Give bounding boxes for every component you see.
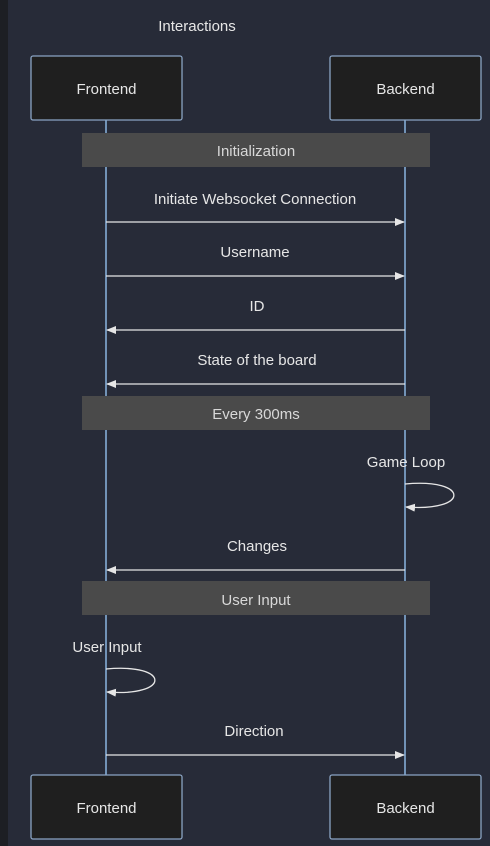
message-changes-label: Changes bbox=[227, 538, 287, 555]
frontend-label-top: Frontend bbox=[76, 81, 136, 98]
section-every-300ms-label: Every 300ms bbox=[212, 406, 300, 423]
message-direction-label: Direction bbox=[224, 723, 283, 740]
message-initiate-websocket-label: Initiate Websocket Connection bbox=[154, 191, 356, 208]
section-initialization: Initialization bbox=[82, 133, 430, 167]
message-board-state-label: State of the board bbox=[197, 352, 316, 369]
backend-participant-top: Backend bbox=[329, 55, 482, 121]
frontend-participant-bottom: Frontend bbox=[30, 774, 183, 840]
backend-label-bottom: Backend bbox=[376, 800, 434, 817]
backend-label-top: Backend bbox=[376, 81, 434, 98]
diagram-title: Interactions bbox=[158, 18, 236, 35]
backend-participant-bottom: Backend bbox=[329, 774, 482, 840]
section-initialization-label: Initialization bbox=[217, 143, 295, 160]
message-username-label: Username bbox=[220, 244, 289, 261]
sequence-diagram: Interactions Frontend Backend Initializa… bbox=[0, 0, 490, 846]
message-game-loop-label: Game Loop bbox=[367, 454, 445, 471]
frontend-participant-top: Frontend bbox=[30, 55, 183, 121]
section-user-input-label: User Input bbox=[221, 592, 291, 609]
message-user-input-label: User Input bbox=[72, 639, 142, 656]
section-user-input: User Input bbox=[82, 581, 430, 615]
section-every-300ms: Every 300ms bbox=[82, 396, 430, 430]
message-id-label: ID bbox=[250, 298, 265, 315]
frontend-label-bottom: Frontend bbox=[76, 800, 136, 817]
